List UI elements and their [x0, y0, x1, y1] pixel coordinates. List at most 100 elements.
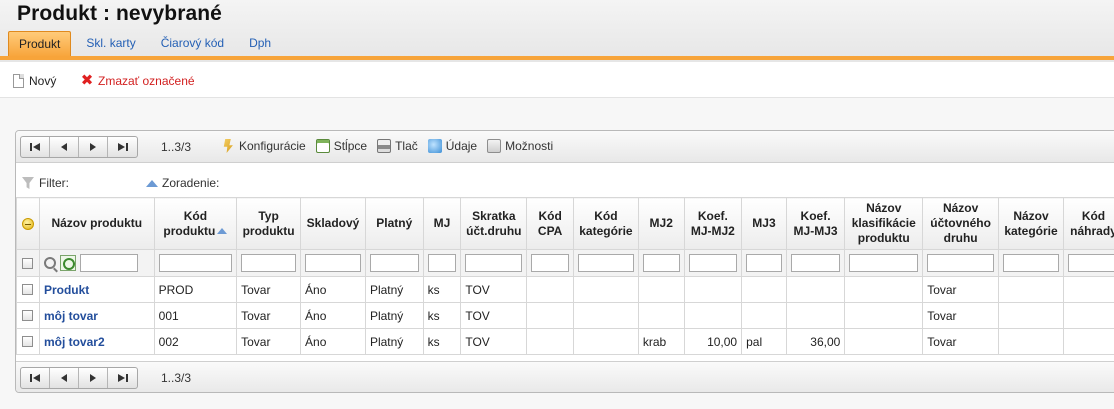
- next-page-button[interactable]: [79, 137, 108, 157]
- filter-cell: [236, 249, 302, 277]
- table-cell: Tovar: [922, 276, 1000, 303]
- table-row[interactable]: môj tovar2 002 Tovar Áno Platný ks TOV k…: [16, 328, 1114, 355]
- options-button[interactable]: Možnosti: [487, 139, 553, 153]
- filter-input[interactable]: [241, 254, 297, 272]
- new-button[interactable]: Nový: [13, 73, 56, 89]
- filter-icons: [43, 254, 150, 272]
- col-header[interactable]: Názov kategórie: [998, 197, 1064, 250]
- next-page-icon: [90, 374, 96, 382]
- col-header[interactable]: Skladový: [300, 197, 366, 250]
- advanced-search-icon[interactable]: [59, 255, 76, 271]
- col-header[interactable]: Typ produktu: [236, 197, 302, 250]
- col-header[interactable]: Názov účtovného druhu: [922, 197, 1000, 250]
- table-cell: [998, 328, 1064, 355]
- col-header[interactable]: Koef. MJ-MJ2: [683, 197, 743, 250]
- table-cell: [572, 302, 639, 329]
- last-page-button[interactable]: [108, 368, 137, 388]
- filter-cell: [526, 249, 574, 277]
- table-cell: [1062, 276, 1114, 303]
- prev-page-button[interactable]: [50, 137, 79, 157]
- filter-cell: [38, 249, 155, 277]
- new-button-label: Nový: [29, 74, 57, 88]
- col-header-sorted[interactable]: Kód produktu: [153, 197, 238, 250]
- filter-cell: [460, 249, 528, 277]
- filter-input[interactable]: [305, 254, 361, 272]
- col-header[interactable]: MJ2: [637, 197, 685, 250]
- filter-input[interactable]: [1003, 254, 1059, 272]
- table-cell: [1062, 302, 1114, 329]
- filter-input[interactable]: [79, 254, 138, 272]
- sort-toggle[interactable]: Zoradenie:: [146, 176, 219, 190]
- col-header[interactable]: Kód CPA: [526, 197, 574, 250]
- row-checkbox[interactable]: [22, 284, 34, 295]
- filter-cell: [637, 249, 685, 277]
- header-row: Názov produktu Kód produktu Typ produktu…: [16, 197, 1114, 250]
- filter-input[interactable]: [849, 254, 919, 272]
- row-checkbox[interactable]: [22, 310, 34, 321]
- table-cell: ks: [422, 276, 462, 303]
- prev-page-button[interactable]: [50, 368, 79, 388]
- col-header[interactable]: Názov klasifikácie produktu: [844, 197, 924, 250]
- tab-skl-karty[interactable]: Skl. karty: [76, 31, 145, 57]
- filter-input[interactable]: [531, 254, 569, 272]
- table-cell: Tovar: [236, 328, 302, 355]
- search-icon[interactable]: [43, 257, 56, 269]
- select-all-checkbox[interactable]: [22, 257, 34, 269]
- next-page-button[interactable]: [79, 368, 108, 388]
- filter-cell: [16, 249, 40, 277]
- first-page-button[interactable]: [21, 137, 50, 157]
- filter-input[interactable]: [369, 254, 419, 272]
- config-button[interactable]: Konfigurácie: [221, 139, 306, 153]
- col-header[interactable]: Skratka účt.druhu: [460, 197, 528, 250]
- print-button[interactable]: Tlač: [377, 139, 418, 153]
- col-header[interactable]: Názov produktu: [38, 197, 155, 250]
- tab-dph[interactable]: Dph: [239, 31, 281, 57]
- product-name-link[interactable]: môj tovar2: [38, 328, 155, 355]
- table-cell: Áno: [300, 276, 366, 303]
- filter-input[interactable]: [465, 254, 523, 272]
- table-cell: [572, 276, 639, 303]
- product-name-link[interactable]: môj tovar: [38, 302, 155, 329]
- data-button[interactable]: Údaje: [427, 139, 478, 153]
- col-header[interactable]: MJ3: [741, 197, 787, 250]
- col-header[interactable]: Platný: [364, 197, 424, 250]
- filter-input[interactable]: [790, 254, 841, 272]
- filter-input[interactable]: [577, 254, 634, 272]
- filter-input[interactable]: [158, 254, 233, 272]
- filter-input[interactable]: [427, 254, 457, 272]
- last-page-button[interactable]: [108, 137, 137, 157]
- table-row[interactable]: môj tovar 001 Tovar Áno Platný ks TOV To…: [16, 302, 1114, 329]
- filter-input[interactable]: [927, 254, 995, 272]
- next-page-icon: [90, 143, 96, 151]
- delete-selected-button[interactable]: ✖ Zmazať označené: [80, 73, 195, 89]
- col-header[interactable]: Kód kategórie: [572, 197, 639, 250]
- col-header[interactable]: MJ: [422, 197, 462, 250]
- table-cell: [844, 328, 924, 355]
- filter-input[interactable]: [688, 254, 738, 272]
- col-header[interactable]: Kód náhrady: [1062, 197, 1114, 250]
- first-page-button[interactable]: [21, 368, 50, 388]
- columns-button[interactable]: Stĺpce: [315, 139, 367, 153]
- filter-cell: [1062, 249, 1114, 277]
- columns-icon: [315, 139, 330, 153]
- tab-produkt[interactable]: Produkt: [8, 31, 72, 57]
- product-name-link[interactable]: Produkt: [38, 276, 155, 303]
- data-label: Údaje: [445, 139, 478, 153]
- filter-input[interactable]: [1067, 254, 1114, 272]
- table-cell: Áno: [300, 328, 366, 355]
- filter-cell: [998, 249, 1064, 277]
- filter-input[interactable]: [642, 254, 680, 272]
- last-page-icon: [117, 143, 128, 151]
- table-cell: Platný: [364, 276, 424, 303]
- col-header[interactable]: Koef. MJ-MJ3: [785, 197, 846, 250]
- select-all-header[interactable]: [16, 197, 40, 250]
- table-cell: [683, 276, 743, 303]
- table-cell: [526, 328, 574, 355]
- filter-toggle[interactable]: Filter:: [22, 176, 69, 190]
- table-cell: TOV: [460, 276, 528, 303]
- grid-tools: Konfigurácie Stĺpce Tlač Údaje Možnosti: [221, 139, 563, 153]
- row-checkbox[interactable]: [22, 336, 34, 347]
- table-row[interactable]: Produkt PROD Tovar Áno Platný ks TOV Tov…: [16, 276, 1114, 303]
- filter-input[interactable]: [746, 254, 782, 272]
- tab-ciarovy-kod[interactable]: Čiarový kód: [151, 31, 234, 57]
